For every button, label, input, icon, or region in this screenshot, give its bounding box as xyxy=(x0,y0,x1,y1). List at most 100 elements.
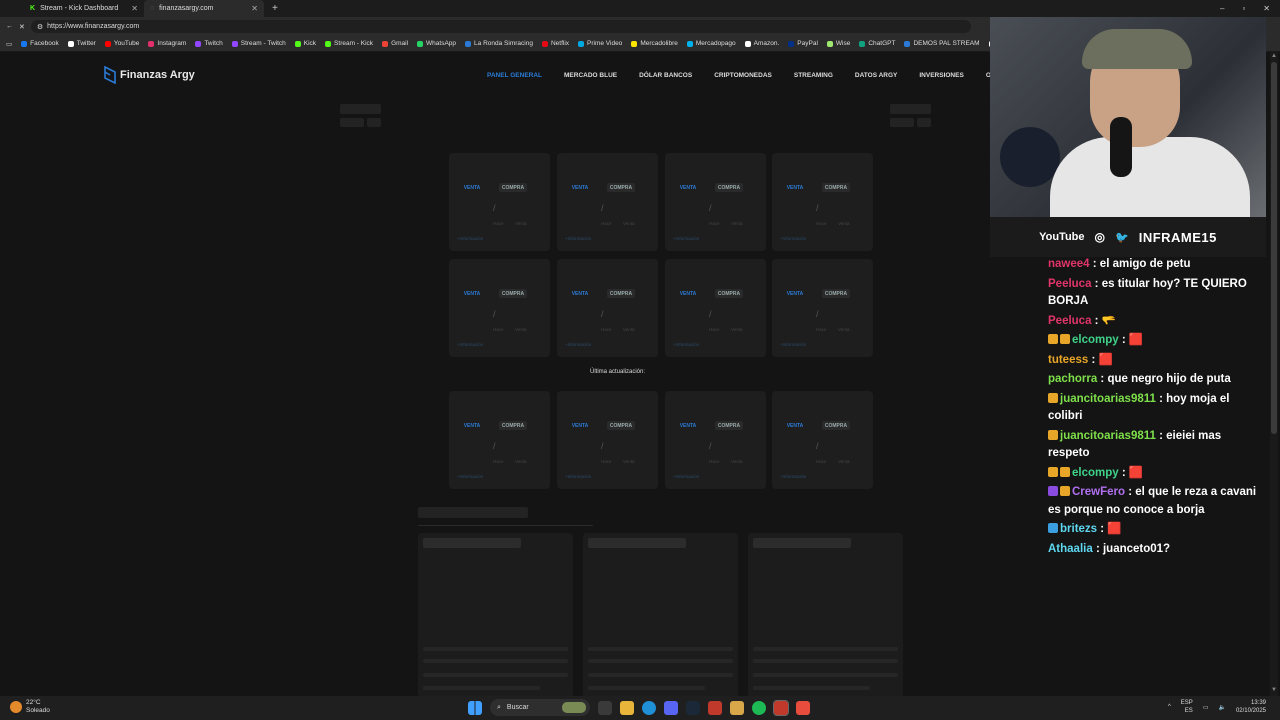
bookmark-item[interactable]: WhatsApp xyxy=(417,40,456,47)
bookmark-item[interactable]: Facebook xyxy=(21,40,59,47)
steam-icon[interactable] xyxy=(686,700,700,715)
more-info-link[interactable]: +Información xyxy=(673,342,699,347)
more-info-link[interactable]: +Información xyxy=(780,236,806,241)
bookmark-item[interactable]: YouTube xyxy=(104,40,139,47)
app-icon[interactable] xyxy=(796,700,810,715)
page-scrollbar[interactable]: ▲ ▼ xyxy=(1270,52,1278,696)
bookmark-item[interactable]: Wise xyxy=(826,40,850,47)
scrollbar-thumb[interactable] xyxy=(1271,62,1277,434)
language-indicator[interactable]: ESP ES xyxy=(1181,699,1193,715)
more-info-link[interactable]: +Información xyxy=(673,236,699,241)
compra-badge[interactable]: COMPRA xyxy=(499,183,527,192)
app-icon[interactable] xyxy=(708,700,722,715)
browser-taskbar-icon[interactable] xyxy=(773,699,789,716)
bookmark-item[interactable]: Gmail xyxy=(382,40,408,47)
compra-badge[interactable]: COMPRA xyxy=(607,183,635,192)
tab-finanzasargy[interactable]: ◌ finanzasargy.com ✕ xyxy=(144,0,264,17)
venta-badge[interactable]: VENTA xyxy=(782,421,808,430)
compra-badge[interactable]: COMPRA xyxy=(822,421,850,430)
compra-badge[interactable]: COMPRA xyxy=(715,183,743,192)
stop-loading-icon[interactable]: ✕ xyxy=(19,23,25,31)
edge-icon[interactable] xyxy=(642,700,656,715)
bookmark-item[interactable]: Instagram xyxy=(148,40,186,47)
more-info-link[interactable]: +Información xyxy=(565,474,591,479)
compra-badge[interactable]: COMPRA xyxy=(607,289,635,298)
network-icon[interactable]: ▭ xyxy=(1203,704,1209,711)
nav-item[interactable]: PANEL GENERAL xyxy=(487,72,542,79)
compra-badge[interactable]: COMPRA xyxy=(715,421,743,430)
scroll-up-icon[interactable]: ▲ xyxy=(1271,53,1277,61)
venta-badge[interactable]: VENTA xyxy=(567,183,593,192)
bookmark-item[interactable]: Kick xyxy=(294,40,316,47)
taskbar-search[interactable]: ⌕ Buscar xyxy=(490,699,590,716)
more-info-link[interactable]: +Información xyxy=(457,474,483,479)
venta-badge[interactable]: VENTA xyxy=(567,421,593,430)
nav-item[interactable]: DÓLAR BANCOS xyxy=(639,72,692,79)
more-info-link[interactable]: +Información xyxy=(780,474,806,479)
more-info-link[interactable]: +Información xyxy=(673,474,699,479)
bookmark-item[interactable]: Amazon. xyxy=(744,40,779,47)
venta-badge[interactable]: VENTA xyxy=(675,421,701,430)
compra-badge[interactable]: COMPRA xyxy=(499,289,527,298)
nav-item[interactable]: CRIPTOMONEDAS xyxy=(714,72,772,79)
more-info-link[interactable]: +Información xyxy=(780,342,806,347)
venta-badge[interactable]: VENTA xyxy=(567,289,593,298)
more-info-link[interactable]: +Información xyxy=(565,236,591,241)
bookmark-item[interactable]: Mercadolibre xyxy=(631,40,678,47)
venta-badge[interactable]: VENTA xyxy=(675,183,701,192)
bookmark-item[interactable]: DEMOS PAL STREAM xyxy=(904,40,980,47)
scroll-down-icon[interactable]: ▼ xyxy=(1271,687,1277,695)
compra-badge[interactable]: COMPRA xyxy=(499,421,527,430)
venta-badge[interactable]: VENTA xyxy=(459,183,485,192)
nav-item[interactable]: DATOS ARGY xyxy=(855,72,898,79)
discord-icon[interactable] xyxy=(664,700,678,715)
url-field[interactable]: ⚙ https://www.finanzasargy.com xyxy=(30,20,971,33)
apps-icon[interactable]: ▭ xyxy=(6,40,12,48)
nav-item[interactable]: INVERSIONES xyxy=(919,72,963,79)
file-explorer-icon[interactable] xyxy=(620,700,634,715)
spotify-icon[interactable] xyxy=(752,700,766,715)
bookmark-item[interactable]: Stream - Kick xyxy=(325,40,373,47)
clock[interactable]: 13:39 02/10/2025 xyxy=(1236,699,1266,715)
nav-item[interactable]: STREAMING xyxy=(794,72,833,79)
compra-badge[interactable]: COMPRA xyxy=(607,421,635,430)
bookmark-item[interactable]: PayPal xyxy=(788,40,818,47)
volume-icon[interactable]: 🔈 xyxy=(1218,704,1225,711)
bookmark-item[interactable]: Prime Video xyxy=(578,40,622,47)
weather-widget[interactable]: 22°C Soleado xyxy=(10,699,50,715)
close-icon[interactable]: ✕ xyxy=(131,4,138,13)
venta-badge[interactable]: VENTA xyxy=(675,289,701,298)
venta-badge[interactable]: VENTA xyxy=(782,289,808,298)
bookmark-item[interactable]: La Ronda Simracing xyxy=(465,40,533,47)
close-window-icon[interactable]: ✕ xyxy=(1263,4,1270,13)
compra-badge[interactable]: COMPRA xyxy=(715,289,743,298)
venta-badge[interactable]: VENTA xyxy=(459,289,485,298)
more-info-link[interactable]: +Información xyxy=(457,236,483,241)
bookmark-item[interactable]: Twitch xyxy=(195,40,223,47)
bookmark-item[interactable]: Twitter xyxy=(67,40,96,47)
compra-badge[interactable]: COMPRA xyxy=(822,289,850,298)
venta-badge[interactable]: VENTA xyxy=(782,183,808,192)
maximize-icon[interactable]: ▫ xyxy=(1242,4,1245,13)
social-banner: YouTube ◎ 🐦 INFRAME15 xyxy=(990,217,1266,257)
app-icon[interactable] xyxy=(730,700,744,715)
chevron-up-icon[interactable]: ^ xyxy=(1168,704,1171,710)
windows-start-icon[interactable] xyxy=(468,700,482,715)
bookmark-item[interactable]: Mercadopago xyxy=(686,40,736,47)
task-view-icon[interactable] xyxy=(598,700,612,715)
venta-badge[interactable]: VENTA xyxy=(459,421,485,430)
compra-badge[interactable]: COMPRA xyxy=(822,183,850,192)
more-info-link[interactable]: +Información xyxy=(457,342,483,347)
site-info-icon[interactable]: ⚙ xyxy=(37,23,43,31)
bookmark-item[interactable]: Stream - Twitch xyxy=(231,40,286,47)
bookmark-item[interactable]: Netflix xyxy=(541,40,569,47)
new-tab-icon[interactable]: + xyxy=(272,3,278,14)
tab-kick-dashboard[interactable]: K Stream - Kick Dashboard ✕ xyxy=(24,0,144,17)
nav-item[interactable]: MERCADO BLUE xyxy=(564,72,617,79)
minimize-icon[interactable]: – xyxy=(1220,4,1224,13)
site-logo[interactable]: Finanzas Argy xyxy=(104,66,195,84)
more-info-link[interactable]: +Información xyxy=(565,342,591,347)
bookmark-item[interactable]: ChatGPT xyxy=(859,40,895,47)
close-icon[interactable]: ✕ xyxy=(251,4,258,13)
back-icon[interactable]: ← xyxy=(6,23,13,30)
